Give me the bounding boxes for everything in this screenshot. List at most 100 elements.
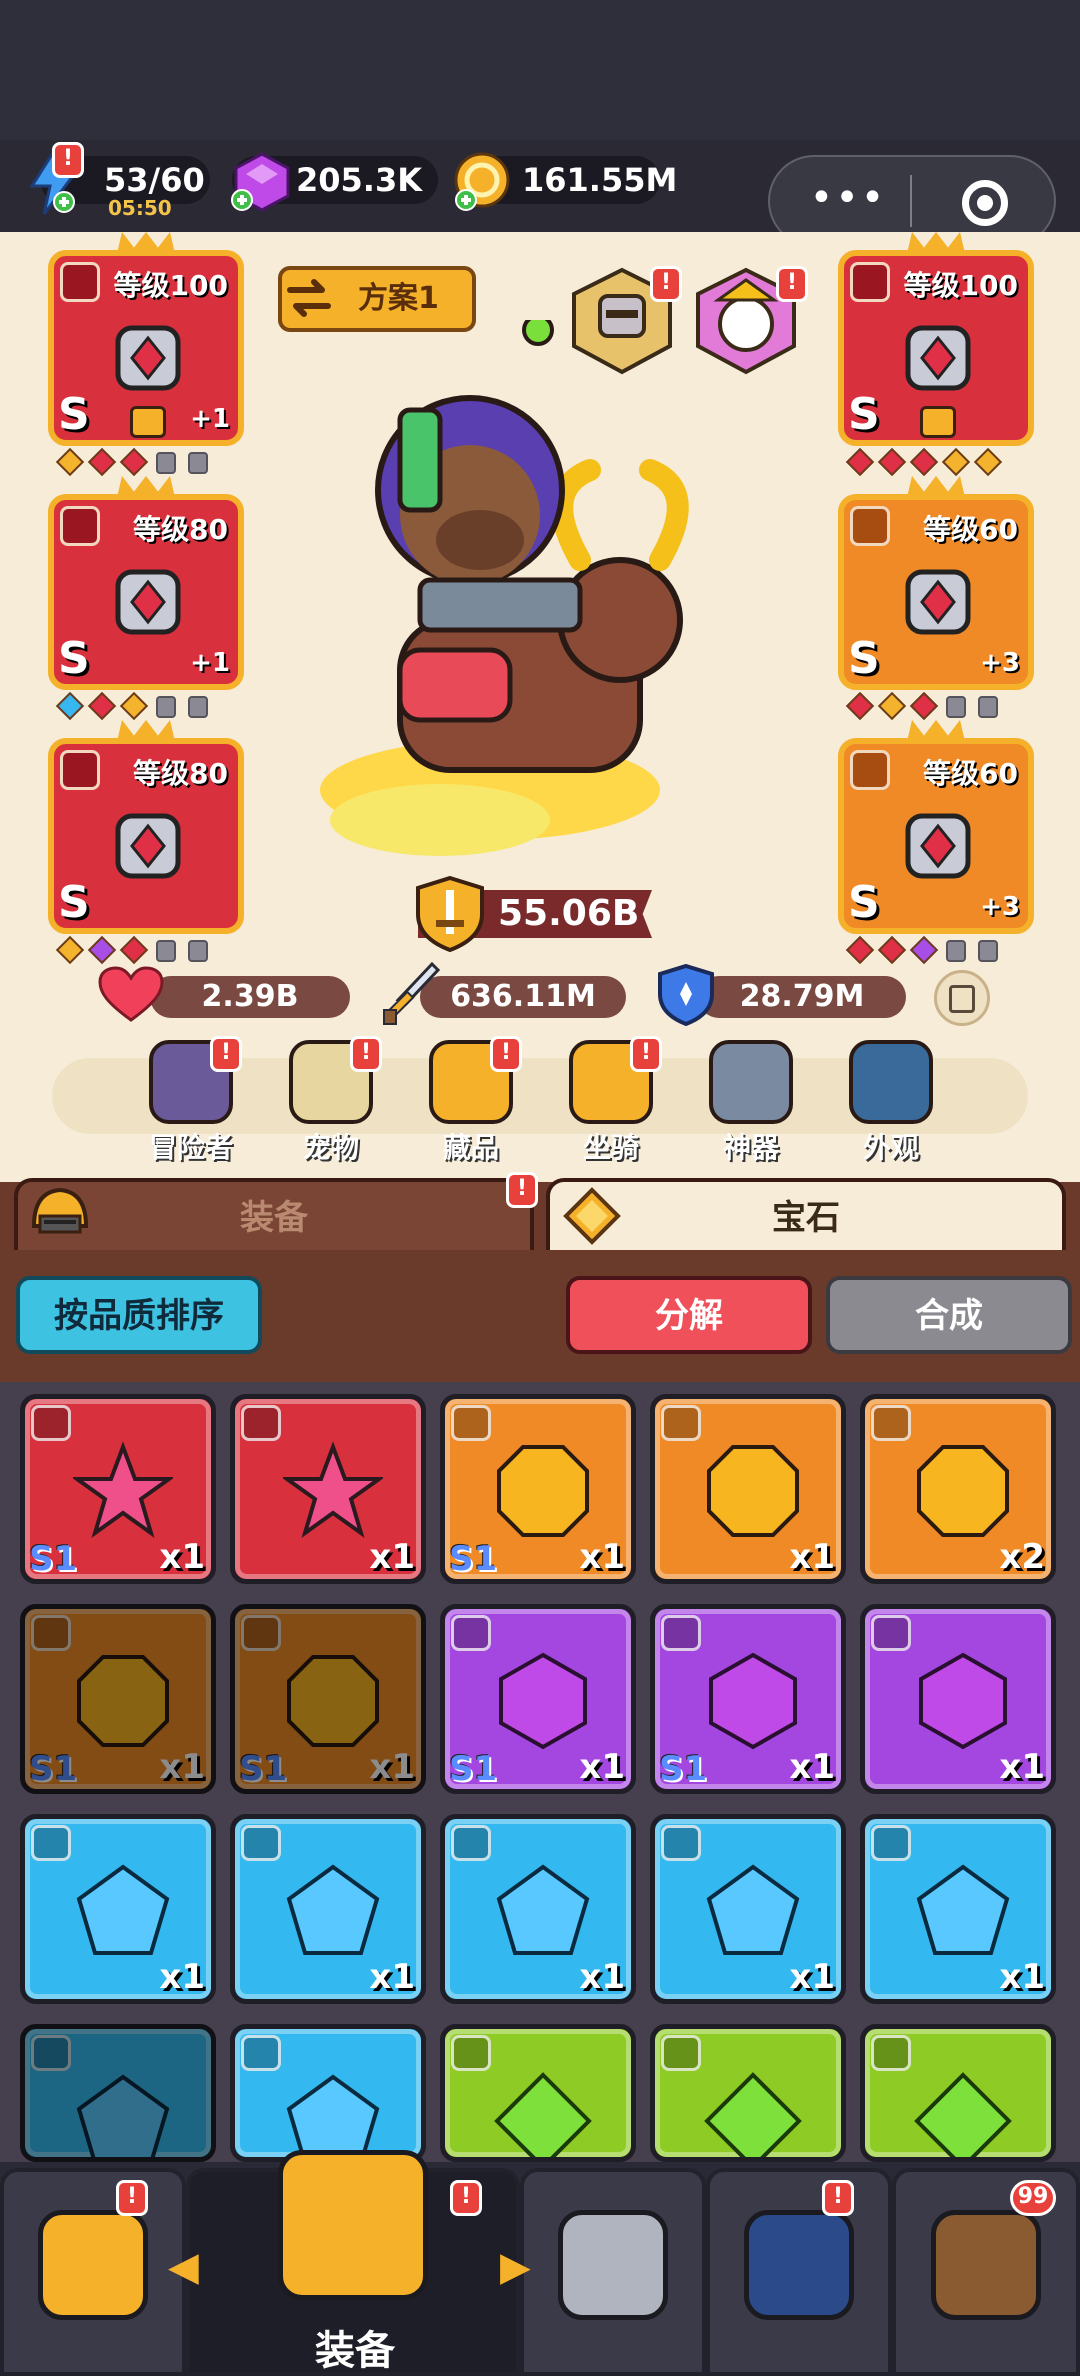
gem-inventory-cell[interactable]: x1 <box>230 1394 426 1584</box>
socket-gem <box>845 935 875 965</box>
sort-by-quality-button[interactable]: 按品质排序 <box>16 1276 262 1354</box>
chalice-amulet-icon <box>905 813 971 879</box>
energy-alert-badge: ! <box>52 142 84 178</box>
shield-icon <box>658 963 714 1027</box>
loadout-label: 方案1 <box>358 281 439 316</box>
orange-octagon-gem-icon <box>287 1655 379 1747</box>
gem-inventory-cell[interactable] <box>860 2024 1056 2162</box>
slot-level: 等级80 <box>133 757 228 790</box>
gem-inventory-cell[interactable]: S1 x1 <box>440 1604 636 1794</box>
gem-count: x1 <box>159 1537 205 1577</box>
socket-lock-icon <box>978 696 998 718</box>
slot-level: 等级100 <box>113 269 228 302</box>
slot-level: 等级60 <box>923 757 1018 790</box>
socket-gem <box>119 935 149 965</box>
gem-inventory-cell[interactable]: S1 x1 <box>20 1394 216 1584</box>
close-target-icon[interactable] <box>962 180 1008 226</box>
necklace-icon <box>850 750 890 790</box>
blue-pentagon-gem-icon <box>76 1864 170 1955</box>
sword-slot-icon <box>241 1615 281 1651</box>
gem-tier: S1 <box>29 1539 78 1579</box>
green-diamond-gem-icon <box>704 2072 802 2157</box>
attack-stat-bar: 636.11M <box>420 976 626 1018</box>
equipment-slot-left-2[interactable]: 等级80 S +1 <box>48 494 244 690</box>
outfit-icon <box>849 1040 933 1124</box>
equipment-slot-left-3[interactable]: 等级80 S <box>48 738 244 934</box>
gem-inventory-cell[interactable]: x2 <box>860 1394 1056 1584</box>
orange-octagon-gem-icon <box>917 1445 1009 1537</box>
combine-button[interactable]: 合成 <box>826 1276 1072 1354</box>
necklace-icon <box>60 750 100 790</box>
gem-inventory-cell[interactable] <box>650 2024 846 2162</box>
category-badge: ! <box>210 1036 242 1072</box>
nav-left-arrow-icon[interactable]: ◀ <box>168 2244 199 2290</box>
gem-inventory-cell[interactable] <box>20 2024 216 2162</box>
gem-inventory-cell[interactable]: x1 <box>860 1814 1056 2004</box>
equipment-slot-left-1[interactable]: 等级100 S +1 <box>48 250 244 446</box>
tab-gems[interactable]: 宝石 <box>546 1178 1066 1254</box>
gem-count: x1 <box>369 1957 415 1997</box>
socket-lock-icon <box>156 940 176 962</box>
gem-inventory-cell[interactable]: x1 <box>20 1814 216 2004</box>
decompose-button[interactable]: 分解 <box>566 1276 812 1354</box>
coin-value: 161.55M <box>522 161 678 199</box>
gem-inventory-cell[interactable]: x1 <box>230 1814 426 2004</box>
gem-inventory-cell[interactable] <box>230 2024 426 2162</box>
energy-value: 53/60 <box>104 161 205 199</box>
helmet-tab-icon <box>31 1187 89 1234</box>
sword-icon <box>383 961 440 1025</box>
more-menu-icon[interactable]: ••• <box>808 178 888 220</box>
socket-gem <box>877 447 907 477</box>
gem-inventory-cell[interactable]: x1 <box>650 1814 846 2004</box>
list-icon <box>949 985 975 1013</box>
gem-inventory-cell[interactable]: S1 x1 <box>650 1604 846 1794</box>
gem-tier: S1 <box>449 1539 498 1579</box>
equipment-slot-right-3[interactable]: 等级60 S +3 <box>838 738 1034 934</box>
blue-pentagon-gem-icon <box>496 1864 590 1955</box>
ring-icon <box>850 506 890 546</box>
hp-stat-bar: 2.39B <box>150 976 350 1018</box>
necklace-slot-icon <box>451 1615 491 1651</box>
gem-inventory-cell[interactable]: S1 x1 <box>20 1604 216 1794</box>
tab-equipment[interactable]: 装备 <box>14 1178 534 1254</box>
sword-slot-icon <box>31 1615 71 1651</box>
tab-equipment-label: 装备 <box>240 1198 308 1238</box>
stats-detail-button[interactable] <box>934 970 990 1026</box>
green-diamond-gem-icon <box>494 2072 592 2157</box>
socket-gem <box>87 935 117 965</box>
slot-grade: S <box>58 877 90 928</box>
gem-inventory-cell[interactable] <box>440 2024 636 2162</box>
red-star-gem-icon <box>73 1441 173 1538</box>
equipment-slot-right-2[interactable]: 等级60 S +3 <box>838 494 1034 690</box>
equipment-slot-right-1[interactable]: 等级100 S <box>838 250 1034 446</box>
category-hammer[interactable]: 神器 <box>696 1040 806 1170</box>
blue-pentagon-gem-icon <box>286 1864 380 1955</box>
gem-inventory-cell[interactable]: x1 <box>860 1604 1056 1794</box>
gem-count: x1 <box>579 1537 625 1577</box>
category-badge: ! <box>630 1036 662 1072</box>
slot-grade: S <box>58 389 90 440</box>
category-outfit[interactable]: 外观 <box>836 1040 946 1170</box>
gem-inventory-cell[interactable]: x1 <box>440 1814 636 2004</box>
gem-count: x1 <box>999 1957 1045 1997</box>
necklace-slot-icon <box>31 1825 71 1861</box>
nav-right-arrow-icon[interactable]: ▶ <box>500 2244 531 2290</box>
gold-coin-icon <box>454 152 510 211</box>
socket-lock-icon <box>188 696 208 718</box>
ruby-ring-icon <box>905 569 971 635</box>
gem-sockets <box>845 691 998 722</box>
purple-hexagon-gem-icon <box>499 1652 587 1750</box>
lock-icon <box>130 406 166 438</box>
gem-inventory-cell[interactable]: x1 <box>650 1394 846 1584</box>
category-label: 藏品 <box>442 1131 499 1164</box>
gem-inventory-cell[interactable]: S1 x1 <box>440 1394 636 1584</box>
category-label: 神器 <box>722 1131 779 1164</box>
slot-grade: S <box>58 633 90 684</box>
chalice-amulet-icon <box>115 813 181 879</box>
socket-gem <box>119 447 149 477</box>
necklace-slot-icon <box>451 2035 491 2071</box>
gem-sockets <box>845 447 1003 478</box>
status-area <box>0 0 1080 140</box>
slot-plus-level: +3 <box>980 648 1020 678</box>
gem-inventory-cell[interactable]: S1 x1 <box>230 1604 426 1794</box>
